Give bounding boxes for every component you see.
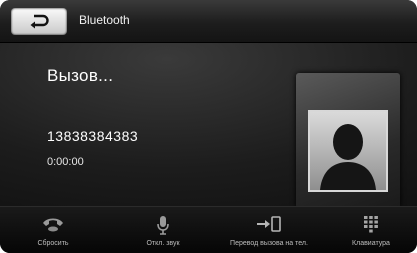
contact-photo-panel [296, 73, 400, 208]
contact-avatar [308, 110, 388, 192]
mute-label: Откл. звук [146, 240, 180, 247]
mute-button[interactable]: Откл. звук [128, 207, 198, 253]
top-bar: Bluetooth [0, 0, 417, 43]
action-bar: Сбросить Откл. звук Перевод вызова на те… [0, 206, 417, 253]
app-title: Bluetooth [79, 13, 130, 27]
call-timer: 0:00:00 [47, 156, 84, 168]
keypad-button[interactable]: Клавиатура [340, 207, 402, 253]
hang-up-icon [43, 218, 63, 232]
person-silhouette-icon [320, 124, 376, 190]
back-button[interactable] [11, 8, 67, 35]
hang-up-button[interactable]: Сбросить [22, 207, 84, 253]
return-arrow-icon [30, 14, 49, 29]
hang-up-label: Сбросить [37, 240, 69, 247]
keypad-label: Клавиатура [352, 240, 390, 247]
bluetooth-call-screen: Bluetooth Вызов... 13838384383 0:00:00 С… [0, 0, 417, 253]
phone-number: 13838384383 [47, 128, 139, 144]
transfer-call-label: Перевод вызова на тел. [230, 240, 308, 247]
transfer-to-phone-icon [257, 216, 281, 232]
call-info-panel: Вызов... 13838384383 0:00:00 [0, 43, 417, 208]
call-status: Вызов... [47, 66, 114, 85]
transfer-call-button[interactable]: Перевод вызова на тел. [214, 207, 324, 253]
keypad-icon [364, 216, 378, 233]
microphone-icon [157, 216, 169, 235]
